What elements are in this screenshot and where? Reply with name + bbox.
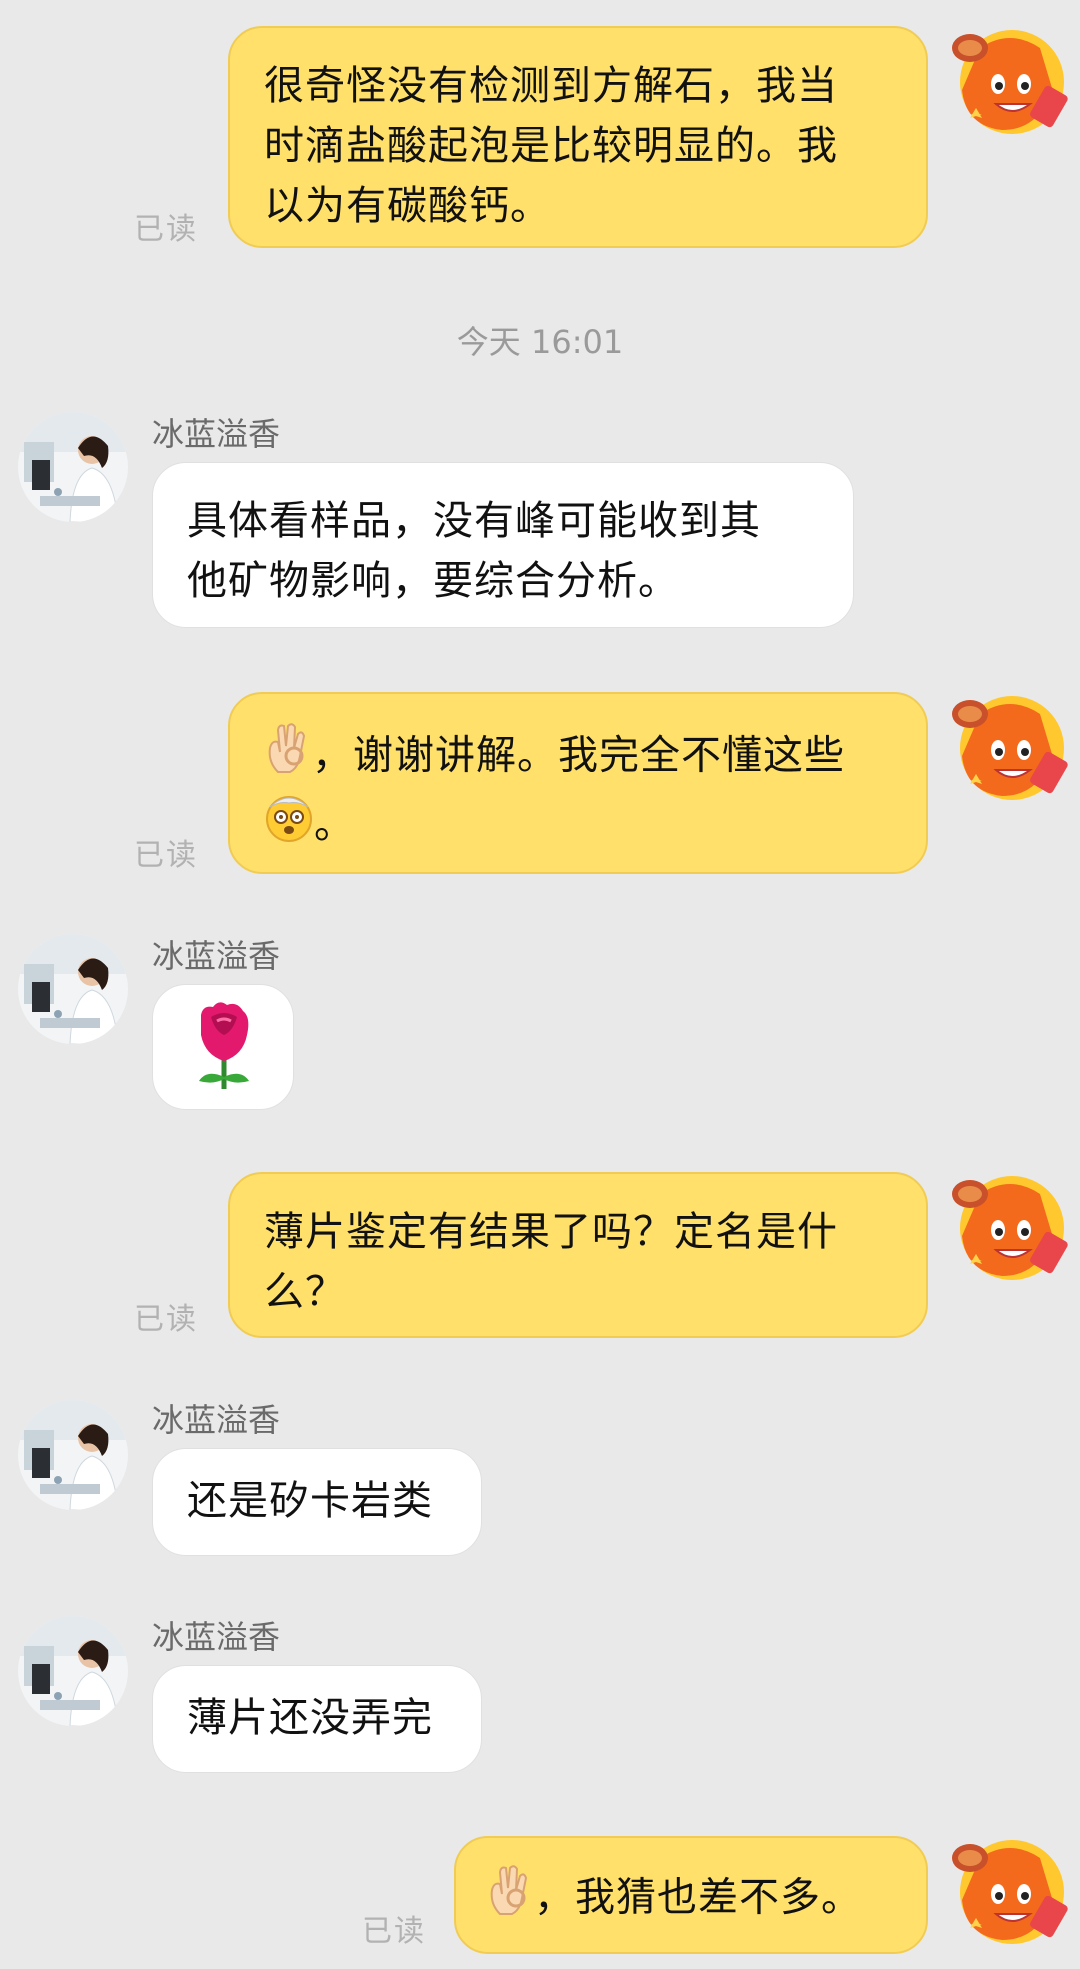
message-text: ，我猜也差不多。 xyxy=(534,1874,862,1921)
message-line: 具体看样品，没有峰可能收到其 xyxy=(187,498,761,544)
ok-hand-emoji-icon xyxy=(264,722,312,793)
message-bubble-outgoing[interactable]: ，谢谢讲解。我完全不懂这些 。 xyxy=(228,692,928,874)
read-status: 已读 xyxy=(134,1302,198,1337)
contact-avatar[interactable] xyxy=(18,1400,128,1510)
message-bubble-incoming[interactable]: 还是矽卡岩类 xyxy=(152,1448,482,1556)
chat-view[interactable]: 很奇怪没有检测到方解石，我当 时滴盐酸起泡是比较明显的。我 以为有碳酸钙。 已读… xyxy=(0,0,1080,1969)
message-bubble-incoming[interactable]: 具体看样品，没有峰可能收到其 他矿物影响，要综合分析。 xyxy=(152,462,854,628)
rose-emoji-icon xyxy=(199,1002,249,1089)
message-line: 。 xyxy=(264,793,892,860)
read-status: 已读 xyxy=(362,1914,426,1949)
message-line: ，谢谢讲解。我完全不懂这些 xyxy=(264,722,892,793)
message-line: 么？ xyxy=(264,1269,346,1315)
message-text: 还是矽卡岩类 xyxy=(187,1478,433,1524)
cartoon-mascot-icon xyxy=(952,1840,1068,1944)
my-avatar[interactable] xyxy=(940,1164,1070,1284)
message-text: ，谢谢讲解。我完全不懂这些 xyxy=(312,732,845,779)
message-line: 薄片鉴定有结果了吗？定名是什 xyxy=(264,1209,838,1255)
read-status: 已读 xyxy=(134,212,198,247)
sender-name: 冰蓝溢香 xyxy=(152,937,281,975)
dizzy-face-emoji-icon xyxy=(264,793,314,860)
message-bubble-incoming[interactable]: 薄片还没弄完 xyxy=(152,1665,482,1773)
message-line: 时滴盐酸起泡是比较明显的。我 xyxy=(264,123,838,169)
lab-scientist-photo xyxy=(18,1616,128,1726)
contact-avatar[interactable] xyxy=(18,412,128,522)
message-bubble-outgoing[interactable]: 很奇怪没有检测到方解石，我当 时滴盐酸起泡是比较明显的。我 以为有碳酸钙。 xyxy=(228,26,928,248)
message-text: 。 xyxy=(314,801,355,848)
lab-scientist-photo xyxy=(18,412,128,522)
message-line: 以为有碳酸钙。 xyxy=(264,183,551,229)
contact-avatar[interactable] xyxy=(18,1616,128,1726)
timestamp-divider: 今天 16:01 xyxy=(456,323,624,361)
cartoon-mascot-icon xyxy=(952,1176,1068,1280)
message-text: 薄片还没弄完 xyxy=(187,1695,433,1741)
lab-scientist-photo xyxy=(18,934,128,1044)
message-bubble-outgoing[interactable]: 薄片鉴定有结果了吗？定名是什 么？ xyxy=(228,1172,928,1338)
cartoon-mascot-icon xyxy=(952,30,1068,134)
my-avatar[interactable] xyxy=(940,684,1070,804)
message-bubble-incoming[interactable] xyxy=(152,984,294,1110)
sender-name: 冰蓝溢香 xyxy=(152,1618,281,1656)
my-avatar[interactable] xyxy=(940,1828,1070,1948)
sender-name: 冰蓝溢香 xyxy=(152,415,281,453)
cartoon-mascot-icon xyxy=(952,696,1068,800)
read-status: 已读 xyxy=(134,838,198,873)
lab-scientist-photo xyxy=(18,1400,128,1510)
ok-hand-emoji-icon xyxy=(486,1864,534,1935)
message-bubble-outgoing[interactable]: ，我猜也差不多。 xyxy=(454,1836,928,1954)
contact-avatar[interactable] xyxy=(18,934,128,1044)
my-avatar[interactable] xyxy=(940,18,1070,138)
message-line: 很奇怪没有检测到方解石，我当 xyxy=(264,63,838,109)
message-line: 他矿物影响，要综合分析。 xyxy=(187,558,679,604)
sender-name: 冰蓝溢香 xyxy=(152,1401,281,1439)
